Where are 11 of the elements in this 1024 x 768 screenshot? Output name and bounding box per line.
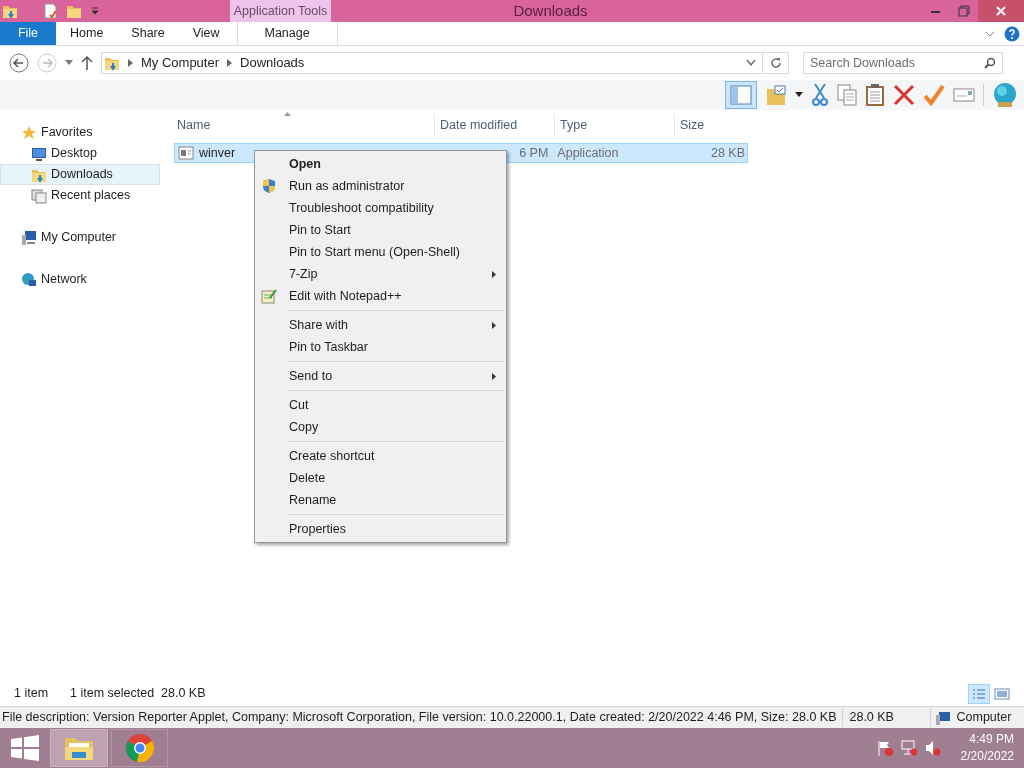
selection-info: 1 item selected 28.0 KB	[70, 685, 206, 703]
table-cell: Application	[557, 145, 619, 160]
table-cell-text: 6 PM	[519, 144, 549, 162]
context-tab-header: Application Tools	[230, 0, 331, 22]
file-details-text: File description: Version Reporter Applet, Company: Microsoft Corporation, File version: 10.0.22000.1, Date created: 2/20/2022 4:46 PM, Size: 28.0 KB	[0, 708, 844, 727]
size-text: 28.0 KB	[843, 708, 932, 727]
location-text: Computer	[956, 709, 1012, 727]
item-count: 1 item	[14, 685, 49, 703]
window-title: Downloads	[513, 0, 588, 21]
table-cell-text: 28 KB	[710, 144, 745, 162]
file-name: winver	[199, 144, 236, 162]
